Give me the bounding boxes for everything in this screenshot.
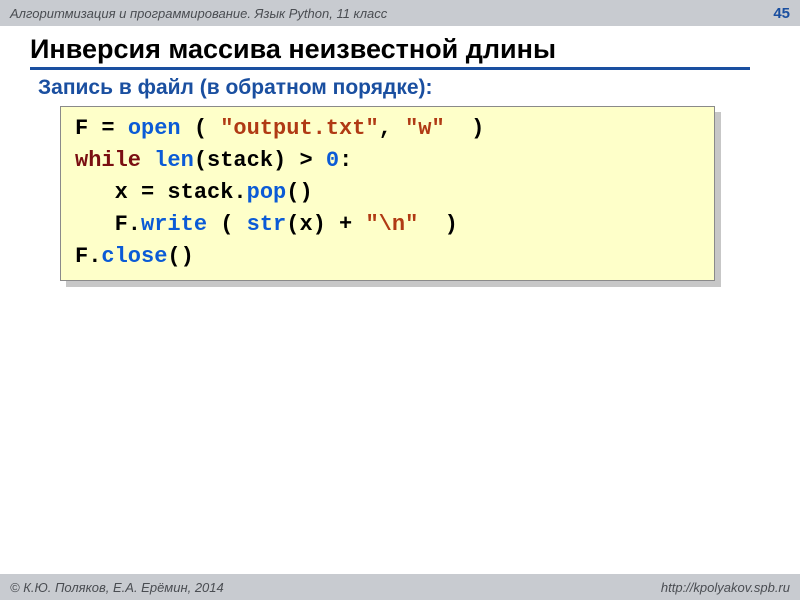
footer-url: http://kpolyakov.spb.ru [661, 580, 790, 595]
slide-footer: © К.Ю. Поляков, Е.А. Ерёмин, 2014 http:/… [0, 574, 800, 600]
code-line-4: F.write ( str(x) + "\n" ) [75, 212, 458, 237]
code-box: F = open ( "output.txt", "w" ) while len… [60, 106, 715, 281]
code-line-5: F.close() [75, 244, 194, 269]
slide-content: Инверсия массива неизвестной длины Запис… [0, 26, 800, 281]
code-line-1: F = open ( "output.txt", "w" ) [75, 116, 484, 141]
code-line-3: x = stack.pop() [75, 180, 313, 205]
section-subhead: Запись в файл (в обратном порядке): [38, 76, 776, 100]
title-underline [30, 67, 750, 70]
code-line-2: while len(stack) > 0: [75, 148, 352, 173]
course-name: Алгоритмизация и программирование. Язык … [10, 6, 387, 21]
code-block: F = open ( "output.txt", "w" ) while len… [60, 106, 715, 281]
slide-title: Инверсия массива неизвестной длины [30, 34, 776, 65]
page-number: 45 [773, 5, 790, 22]
footer-authors: © К.Ю. Поляков, Е.А. Ерёмин, 2014 [10, 580, 224, 595]
slide-header: Алгоритмизация и программирование. Язык … [0, 0, 800, 26]
